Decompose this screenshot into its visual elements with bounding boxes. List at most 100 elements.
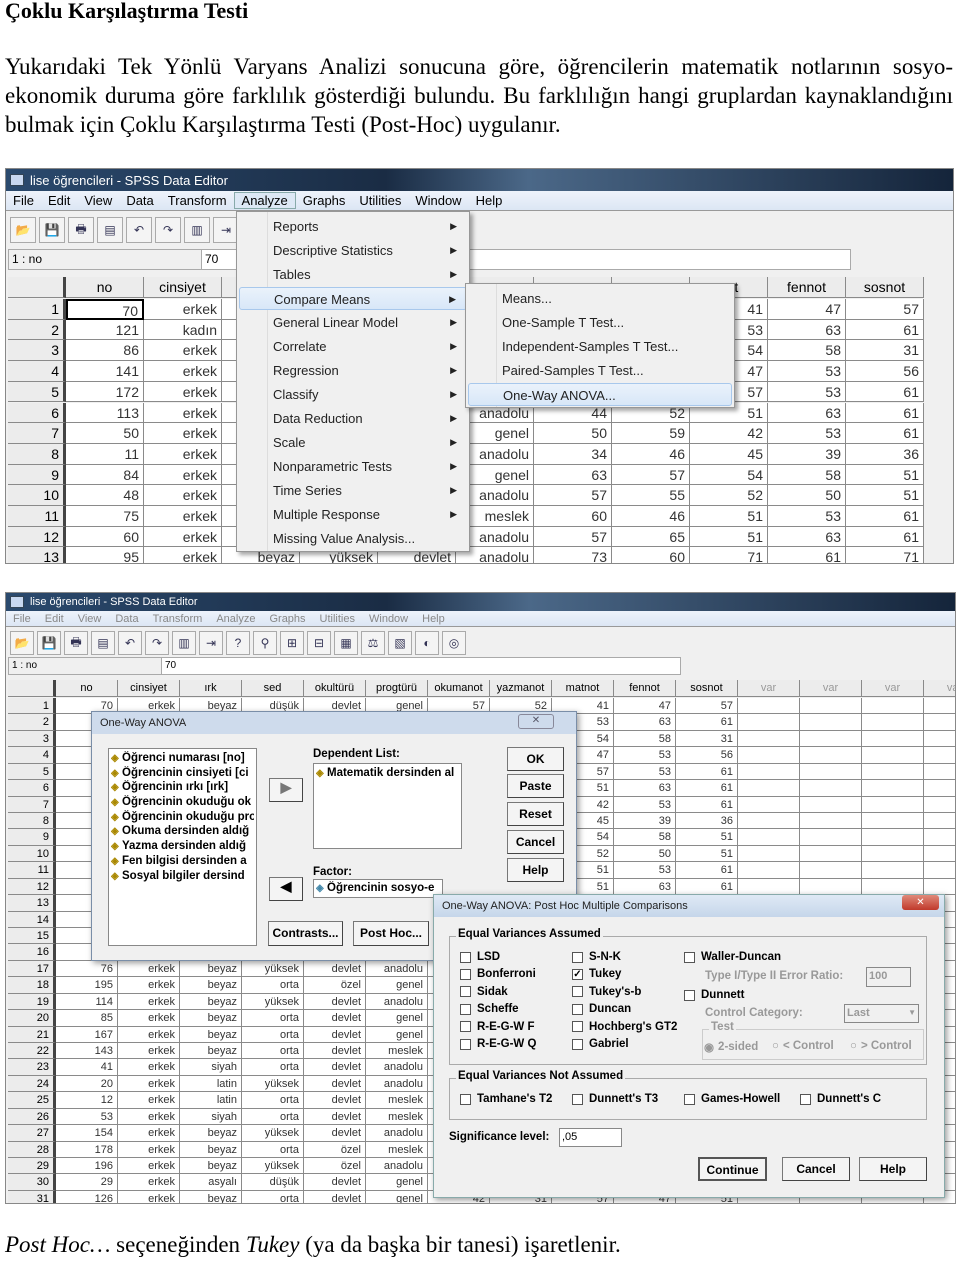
row-header[interactable]: 7 <box>8 423 66 444</box>
table-cell[interactable]: 63 <box>614 780 676 797</box>
table-cell[interactable]: meslek <box>366 1043 428 1060</box>
table-cell[interactable]: 60 <box>534 506 612 527</box>
row-header[interactable]: 17 <box>8 960 56 978</box>
table-cell[interactable] <box>800 730 862 748</box>
row-header[interactable]: 22 <box>8 1043 56 1060</box>
column-header-matnot[interactable]: matnot <box>552 680 614 697</box>
redo-icon[interactable]: ↷ <box>155 217 181 243</box>
column-header-var[interactable]: var <box>924 680 955 697</box>
column-header-okultürü[interactable]: okultürü <box>304 680 366 697</box>
table-cell[interactable] <box>738 714 800 731</box>
table-cell[interactable]: 11 <box>66 443 144 465</box>
table-cell[interactable]: orta <box>242 1010 304 1027</box>
row-header[interactable]: 8 <box>8 443 66 465</box>
row-header[interactable]: 6 <box>8 402 66 424</box>
table-cell[interactable]: özel <box>304 1141 366 1159</box>
table-cell[interactable]: erkek <box>144 547 222 563</box>
insert-case-icon[interactable]: ⊞ <box>280 631 304 655</box>
row-header[interactable]: 28 <box>8 1141 56 1159</box>
menu-item-data-reduction[interactable]: Data Reduction ▶ <box>239 407 467 430</box>
menu-utilities[interactable]: Utilities <box>352 193 408 208</box>
column-header-fennot[interactable]: fennot <box>614 680 676 697</box>
table-cell[interactable]: 36 <box>846 443 924 465</box>
row-header[interactable]: 3 <box>8 730 56 748</box>
table-cell[interactable]: 53 <box>56 1108 118 1126</box>
table-cell[interactable]: erkek <box>144 485 222 506</box>
table-cell[interactable]: 196 <box>56 1158 118 1175</box>
insert-variable-icon[interactable]: ⊟ <box>307 631 331 655</box>
table-cell[interactable]: 56 <box>846 361 924 382</box>
table-cell[interactable]: 20 <box>56 1075 118 1093</box>
table-cell[interactable]: devlet <box>304 1075 366 1093</box>
test-radio-1[interactable]: ○ < Control <box>772 1040 834 1052</box>
table-cell[interactable]: orta <box>242 1026 304 1044</box>
table-cell[interactable]: anadolu <box>366 1125 428 1142</box>
r-e-g-w-f-checkbox[interactable]: R-E-G-W F <box>460 1021 534 1033</box>
row-header[interactable]: 4 <box>8 361 66 382</box>
row-header[interactable]: 29 <box>8 1158 56 1175</box>
table-cell[interactable]: erkek <box>144 506 222 527</box>
table-cell[interactable]: erkek <box>118 1174 180 1191</box>
table-cell[interactable]: 63 <box>768 402 846 424</box>
table-cell[interactable]: 61 <box>676 862 738 879</box>
undo-icon[interactable]: ↶ <box>126 217 152 243</box>
table-cell[interactable] <box>800 845 862 863</box>
column-header-yazmanot[interactable]: yazmanot <box>490 680 552 697</box>
table-cell[interactable]: 51 <box>690 506 768 527</box>
menu-item-classify[interactable]: Classify ▶ <box>239 383 467 406</box>
print-icon[interactable]: 🖶 <box>68 217 94 243</box>
table-cell[interactable] <box>862 829 924 846</box>
table-cell[interactable] <box>862 862 924 879</box>
table-cell[interactable]: 50 <box>614 845 676 863</box>
table-cell[interactable] <box>862 747 924 764</box>
table-cell[interactable]: 172 <box>66 381 144 403</box>
table-cell[interactable]: orta <box>242 1059 304 1076</box>
table-cell[interactable]: asyalı <box>180 1174 242 1191</box>
table-cell[interactable]: anadolu <box>366 1158 428 1175</box>
row-header[interactable]: 13 <box>8 547 66 563</box>
paste-button[interactable]: Paste <box>507 774 564 798</box>
continue-button[interactable]: Continue <box>698 1157 767 1181</box>
table-cell[interactable]: genel <box>366 1190 428 1203</box>
table-cell[interactable] <box>924 698 955 715</box>
menu-edit[interactable]: Edit <box>38 613 71 625</box>
r-e-g-w-q-checkbox[interactable]: R-E-G-W Q <box>460 1038 536 1050</box>
table-cell[interactable]: beyaz <box>180 1125 242 1142</box>
table-cell[interactable] <box>738 780 800 797</box>
table-cell[interactable]: orta <box>242 977 304 994</box>
menu-item-time-series[interactable]: Time Series ▶ <box>239 479 467 502</box>
table-cell[interactable]: 42 <box>690 423 768 444</box>
table-cell[interactable]: 71 <box>690 547 768 563</box>
hochberg-s-gt2-checkbox[interactable]: Hochberg's GT2 <box>572 1021 677 1033</box>
row-header[interactable]: 9 <box>8 464 66 486</box>
select-cases-icon[interactable]: ▧ <box>388 631 412 655</box>
table-cell[interactable] <box>738 813 800 830</box>
table-cell[interactable]: meslek <box>366 1092 428 1109</box>
table-cell[interactable] <box>924 878 955 896</box>
menu-item-nonparametric-tests[interactable]: Nonparametric Tests ▶ <box>239 455 467 478</box>
table-cell[interactable]: 63 <box>614 878 676 896</box>
table-cell[interactable]: genel <box>366 1026 428 1044</box>
menu-item-one-way-anova[interactable]: One-Way ANOVA... <box>468 383 732 406</box>
table-cell[interactable]: devlet <box>304 1174 366 1191</box>
dialog-recall-icon[interactable]: ▤ <box>91 631 115 655</box>
table-cell[interactable]: yüksek <box>242 1125 304 1142</box>
table-cell[interactable]: devlet <box>304 1108 366 1126</box>
menu-window[interactable]: Window <box>362 613 415 625</box>
menu-item-independent-samples-t-test[interactable]: Independent-Samples T Test... <box>468 335 732 358</box>
cancel-button[interactable]: Cancel <box>507 830 564 854</box>
menu-utilities[interactable]: Utilities <box>313 613 362 625</box>
table-cell[interactable] <box>800 780 862 797</box>
table-cell[interactable]: devlet <box>304 960 366 978</box>
table-cell[interactable]: 47 <box>768 299 846 320</box>
close-icon[interactable]: ✕ <box>902 895 939 910</box>
menu-item-regression[interactable]: Regression ▶ <box>239 359 467 382</box>
row-header[interactable]: 31 <box>8 1190 56 1203</box>
table-cell[interactable]: 60 <box>612 547 690 563</box>
table-cell[interactable]: devlet <box>304 1059 366 1076</box>
table-cell[interactable]: erkek <box>144 361 222 382</box>
table-cell[interactable]: erkek <box>144 423 222 444</box>
column-header-cinsiyet[interactable]: cinsiyet <box>118 680 180 697</box>
table-cell[interactable]: erkek <box>118 1158 180 1175</box>
table-cell[interactable]: 31 <box>676 730 738 748</box>
